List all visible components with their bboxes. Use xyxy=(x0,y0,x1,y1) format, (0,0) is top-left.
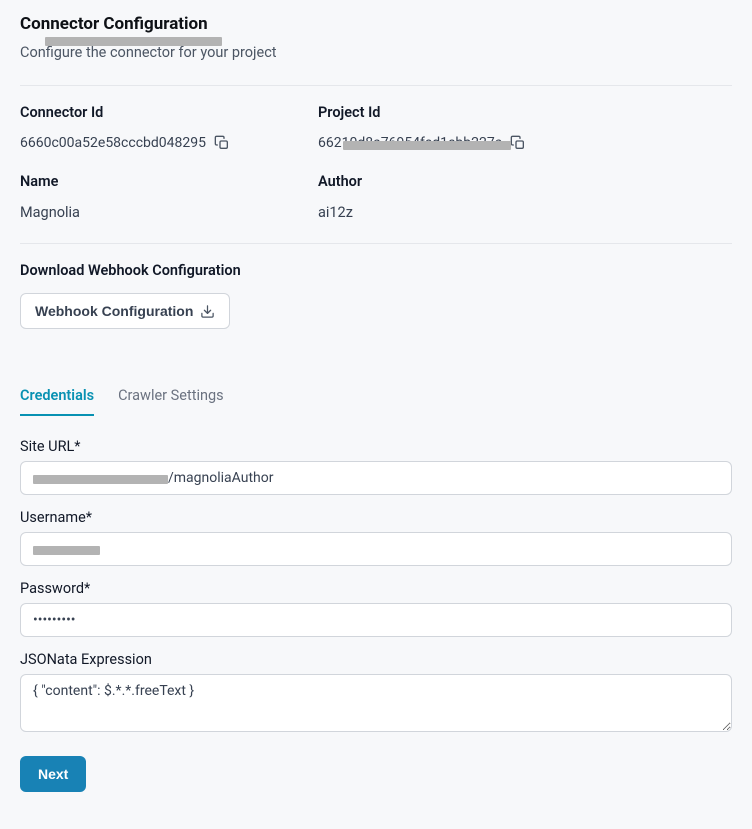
tab-credentials[interactable]: Credentials xyxy=(20,377,94,416)
project-id-block: Project Id 66210d8a76954fed1ebb227a xyxy=(318,104,576,151)
author-block: Author ai12z xyxy=(318,173,576,221)
divider-mid xyxy=(20,243,732,244)
download-icon xyxy=(200,304,215,319)
password-group: Password* xyxy=(20,580,732,637)
name-author-group: Name Magnolia Author ai12z xyxy=(20,173,732,221)
author-label: Author xyxy=(318,173,576,190)
copy-icon[interactable] xyxy=(510,135,526,151)
id-row-group: Connector Id 6660c00a52e58cccbd048295 Pr… xyxy=(20,104,732,151)
tab-crawler-settings[interactable]: Crawler Settings xyxy=(118,377,224,416)
name-label: Name xyxy=(20,173,278,190)
jsonata-textarea[interactable] xyxy=(20,674,732,732)
copy-icon[interactable] xyxy=(214,135,230,151)
name-value: Magnolia xyxy=(20,204,278,221)
webhook-config-label: Webhook Configuration xyxy=(35,303,193,319)
site-url-label: Site URL* xyxy=(20,438,732,455)
redaction-bar xyxy=(33,475,168,484)
connector-id-value: 6660c00a52e58cccbd048295 xyxy=(20,135,206,151)
password-label: Password* xyxy=(20,580,732,597)
connector-id-label: Connector Id xyxy=(20,104,278,121)
jsonata-label: JSONata Expression xyxy=(20,651,732,668)
next-button[interactable]: Next xyxy=(20,756,86,792)
page-subtitle: Configure the connector for your project xyxy=(20,44,732,61)
connector-id-block: Connector Id 6660c00a52e58cccbd048295 xyxy=(20,104,278,151)
project-id-label: Project Id xyxy=(318,104,576,121)
password-input[interactable] xyxy=(20,603,732,637)
webhook-section-label: Download Webhook Configuration xyxy=(20,262,732,279)
username-group: Username* xyxy=(20,509,732,566)
username-input[interactable] xyxy=(20,532,732,566)
page-title: Connector Configuration xyxy=(20,14,732,34)
name-block: Name Magnolia xyxy=(20,173,278,221)
divider-top xyxy=(20,85,732,86)
tabs: Credentials Crawler Settings xyxy=(20,377,732,416)
webhook-config-button[interactable]: Webhook Configuration xyxy=(20,293,230,329)
redaction-bar xyxy=(33,546,100,555)
redaction-bar xyxy=(45,37,222,46)
username-label: Username* xyxy=(20,509,732,526)
site-url-group: Site URL* /magnoliaAuthor xyxy=(20,438,732,495)
jsonata-group: JSONata Expression xyxy=(20,651,732,736)
author-value: ai12z xyxy=(318,204,576,221)
redaction-bar xyxy=(343,141,511,150)
